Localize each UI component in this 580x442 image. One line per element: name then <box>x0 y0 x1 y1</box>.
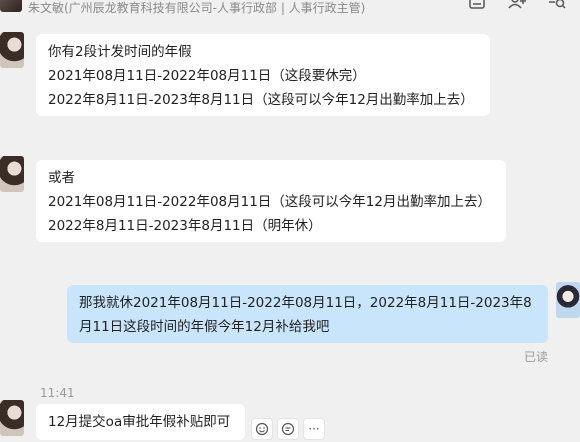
header-toolbar <box>468 0 566 12</box>
note-icon[interactable] <box>468 0 486 12</box>
message-bubble[interactable]: 或者 2021年08月11日-2022年08月11日（这段可以今年12月出勤率加… <box>36 160 506 242</box>
message-bubble[interactable]: 你有2段计发时间的年假 2021年08月11日-2022年08月11日（这段要休… <box>36 34 490 116</box>
sender-avatar[interactable] <box>0 32 24 68</box>
message-bubble[interactable]: 12月提交oa审批年假补贴即可 <box>36 404 245 440</box>
message-line: 2021年08月11日-2022年08月11日（这段要休完） <box>48 68 366 84</box>
message-line: 2022年8月11日-2023年8月11日（这段可以今年12月出勤率加上去） <box>48 92 474 108</box>
message-text: 那我就休2021年08月11日-2022年08月11日，2022年8月11日-2… <box>79 295 532 335</box>
message-actions: ··· <box>251 418 325 440</box>
read-status: 已读 <box>523 350 548 364</box>
contact-subtitle: 朱文敏(广州辰龙教育科技有限公司-人事行政部 | 人事行政主管) <box>28 1 366 15</box>
message-line: 2022年8月11日-2023年8月11日（明年休） <box>48 218 322 234</box>
my-avatar[interactable] <box>556 282 580 318</box>
more-icon[interactable]: ··· <box>303 418 325 440</box>
sender-avatar[interactable] <box>0 400 24 436</box>
message-line: 你有2段计发时间的年假 <box>48 44 192 60</box>
message-text: 12月提交oa审批年假补贴即可 <box>48 414 231 430</box>
my-message-bubble[interactable]: 那我就休2021年08月11日-2022年08月11日，2022年8月11日-2… <box>67 285 548 343</box>
sender-avatar[interactable] <box>0 156 24 192</box>
search-history-icon[interactable] <box>548 0 566 12</box>
message-time: 11:41 <box>40 386 75 400</box>
message-line: 或者 <box>48 170 75 186</box>
add-member-icon[interactable] <box>508 0 526 12</box>
chat-header: 朱文敏(广州辰龙教育科技有限公司-人事行政部 | 人事行政主管) <box>0 0 580 24</box>
message-line: 2021年08月11日-2022年08月11日（这段可以今年12月出勤率加上去） <box>48 194 491 210</box>
add-reaction-icon[interactable] <box>251 418 273 440</box>
reply-icon[interactable] <box>277 418 299 440</box>
contact-avatar[interactable] <box>0 0 22 12</box>
